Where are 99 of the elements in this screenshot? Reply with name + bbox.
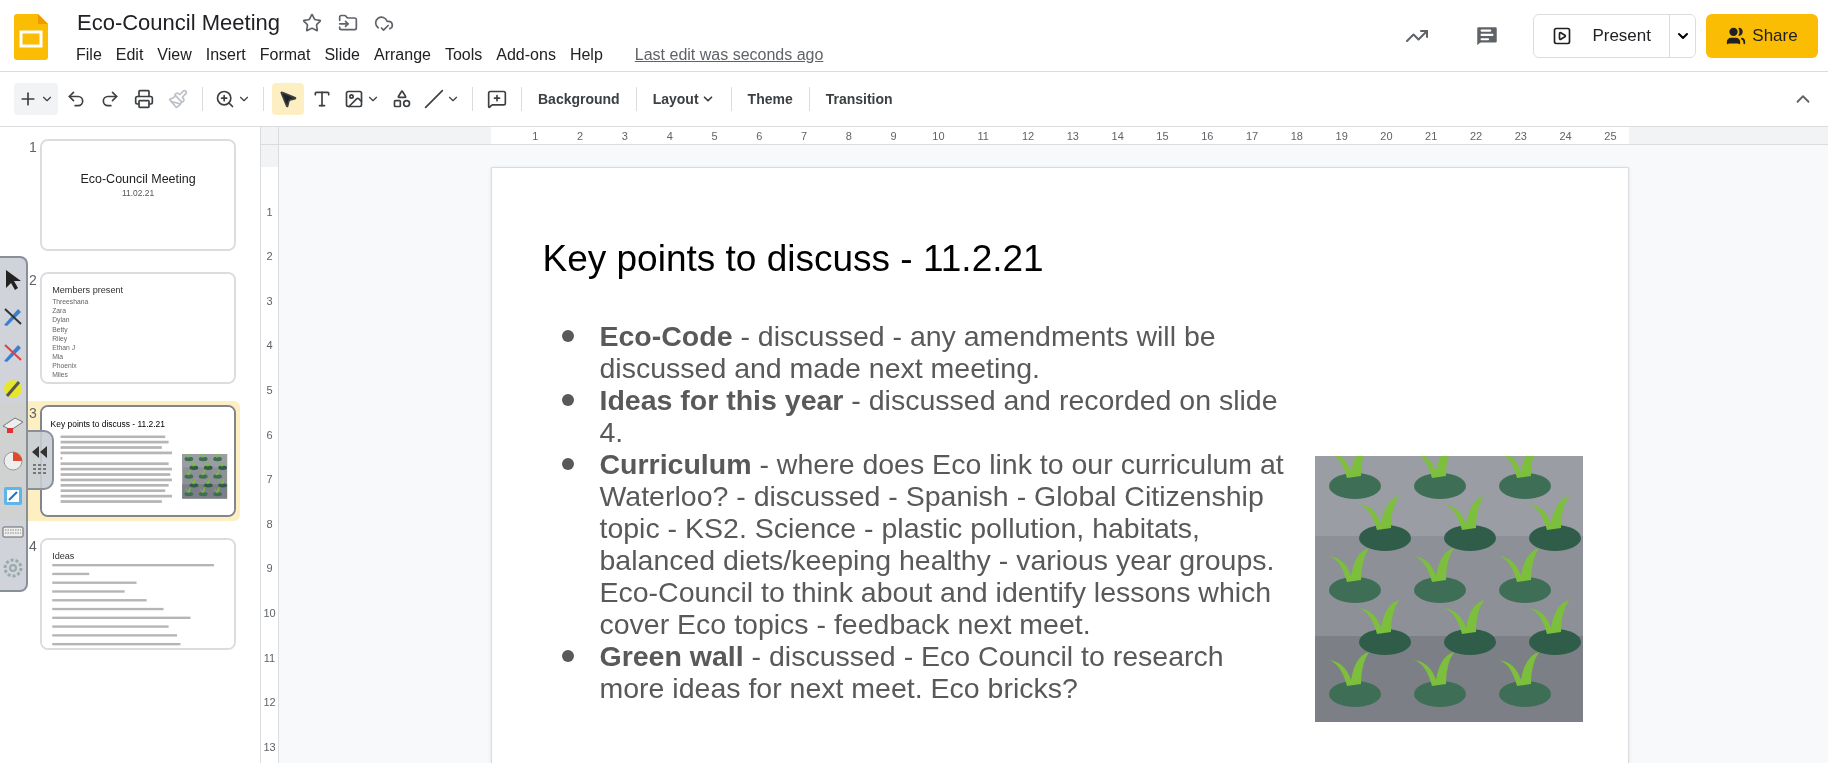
ruler-number: 6 — [755, 130, 764, 142]
menu-item[interactable]: Slide — [324, 44, 368, 66]
slide-thumbnail[interactable]: Ideas — [40, 538, 236, 650]
slide-number: 2 — [29, 272, 38, 288]
bullet-icon — [561, 458, 574, 470]
ruler-number: 7 — [800, 130, 809, 142]
ruler-number: 19 — [1334, 130, 1349, 142]
share-button[interactable]: Share — [1706, 14, 1818, 58]
people-icon — [1726, 26, 1747, 46]
bullet-text: Eco-Code - discussed - any amendments will be discussed and made next meeting. — [599, 320, 1217, 384]
bullet-icon — [561, 650, 574, 662]
ruler-number: 8 — [266, 518, 273, 530]
image-icon — [344, 89, 364, 109]
ruler-number: 5 — [710, 130, 719, 142]
collapse-arrows-icon — [32, 446, 48, 458]
whiteboard-icon[interactable] — [1, 484, 25, 508]
cursor-icon — [278, 89, 298, 109]
print-icon — [134, 89, 154, 109]
ruler-number: 16 — [1200, 130, 1215, 142]
ruler-number: 11 — [976, 130, 990, 142]
menu-item[interactable]: View — [157, 44, 200, 66]
toolbar-button[interactable] — [272, 83, 304, 115]
slide-number: 3 — [29, 405, 38, 421]
slide-title: Key points to discuss - 11.2.21 — [541, 237, 1045, 280]
grip-icon — [33, 464, 47, 474]
document-title[interactable]: Eco-Council Meeting — [77, 10, 280, 36]
toolbar-text-button[interactable]: Theme — [739, 85, 801, 113]
ruler-number: 12 — [263, 696, 276, 708]
shapes-icon — [392, 89, 412, 109]
redo-icon — [100, 89, 120, 109]
ruler-number: 9 — [889, 130, 898, 142]
ruler-number: 13 — [1065, 130, 1080, 142]
ruler-number: 5 — [266, 384, 273, 396]
ruler-number: 8 — [844, 130, 853, 142]
ruler-number: 22 — [1468, 130, 1484, 142]
ruler-number: 1 — [531, 130, 540, 142]
text-box-icon — [312, 89, 332, 109]
ruler-number: 3 — [620, 130, 629, 142]
present-options-button[interactable] — [1669, 15, 1695, 57]
slide-thumbnail[interactable]: Key points to discuss - 11.2.21 — [40, 405, 236, 517]
ruler-number: 2 — [266, 250, 273, 262]
slide-title: Eco-Council Meeting — [79, 171, 197, 186]
bullet-icon — [561, 394, 574, 406]
palette-tab[interactable] — [28, 430, 54, 490]
ruler-number: 1 — [266, 206, 273, 218]
bullet-text: Green wall - discussed - Eco Council to research more ideas for next meet. Eco bricks? — [599, 640, 1225, 704]
toolbar-text-button[interactable]: Layout — [644, 85, 723, 113]
ruler-number: 10 — [263, 607, 276, 619]
menu-item[interactable]: Tools — [444, 44, 491, 66]
ruler-number: 25 — [1603, 130, 1618, 142]
ruler-number: 21 — [1424, 130, 1439, 142]
ruler-number: 10 — [931, 130, 946, 142]
bullet-icon — [561, 330, 574, 342]
ruler-number: 9 — [266, 562, 273, 574]
ruler-number: 24 — [1558, 130, 1573, 142]
ruler-number: 23 — [1513, 130, 1528, 142]
menu-item[interactable]: Help — [569, 44, 611, 66]
menu-item[interactable]: Arrange — [374, 44, 439, 66]
bullet-text: Curriculum - where does Eco link to our curriculum at Waterloo? - discussed - Spanish - Global Citizenship topic - KS2. Science - plastic pollution, habitats, balanced diets/keeping healthy - various year groups. Eco-Council to think about and identify lessons which cover Eco topics - feedback next meet. — [599, 448, 1285, 640]
bullet-text: Ideas for this year - discussed and recorded on slide 4. — [599, 384, 1279, 448]
star-icon[interactable] — [302, 13, 322, 33]
ruler-number: 15 — [1155, 130, 1170, 142]
slide-title: Ideas — [52, 550, 76, 561]
menu-item[interactable]: Insert — [205, 44, 254, 66]
ruler-number: 4 — [266, 339, 273, 351]
menu-item[interactable]: Format — [259, 44, 319, 66]
ruler-number: 2 — [576, 130, 585, 142]
slide-thumbnail[interactable]: Eco-Council Meeting 11.02.21 — [40, 139, 236, 251]
ruler-number: 13 — [263, 741, 276, 753]
ruler-number: 11 — [263, 652, 276, 664]
line-icon — [424, 89, 444, 109]
slide-number: 1 — [29, 139, 38, 155]
slide-number: 4 — [29, 538, 38, 554]
ruler-number: 17 — [1244, 130, 1260, 142]
ruler-number: 6 — [266, 429, 273, 441]
add-comment-icon — [487, 89, 507, 109]
menu-item[interactable]: Add-ons — [496, 44, 564, 66]
paintbrush-icon — [168, 89, 188, 109]
ruler-number: 18 — [1289, 130, 1304, 142]
menu-item[interactable]: Edit — [115, 44, 152, 66]
ruler-number: 4 — [665, 130, 674, 142]
cloud-check-icon[interactable] — [374, 13, 394, 33]
ruler-number: 7 — [266, 473, 273, 485]
last-edit-link[interactable]: Last edit was seconds ago — [634, 46, 824, 64]
toolbar-text-button[interactable]: Transition — [817, 85, 901, 113]
move-folder-icon[interactable] — [338, 13, 358, 33]
ruler-number: 12 — [1020, 130, 1036, 142]
slide-title: Members present — [52, 284, 125, 295]
present-icon — [1552, 26, 1573, 46]
undo-icon — [66, 89, 86, 109]
ruler-number: 20 — [1379, 130, 1394, 142]
ruler-number: 14 — [1110, 130, 1125, 142]
slide-subtitle: 11.02.21 — [120, 188, 156, 199]
zoom-icon — [215, 89, 235, 109]
shape-tool-icon[interactable] — [1, 448, 25, 472]
slide-title: Key points to discuss - 11.2.21 — [49, 418, 166, 429]
menu-item[interactable]: File — [76, 44, 110, 66]
ruler-number: 3 — [266, 295, 273, 307]
toolbar-text-button[interactable]: Background — [530, 85, 628, 113]
